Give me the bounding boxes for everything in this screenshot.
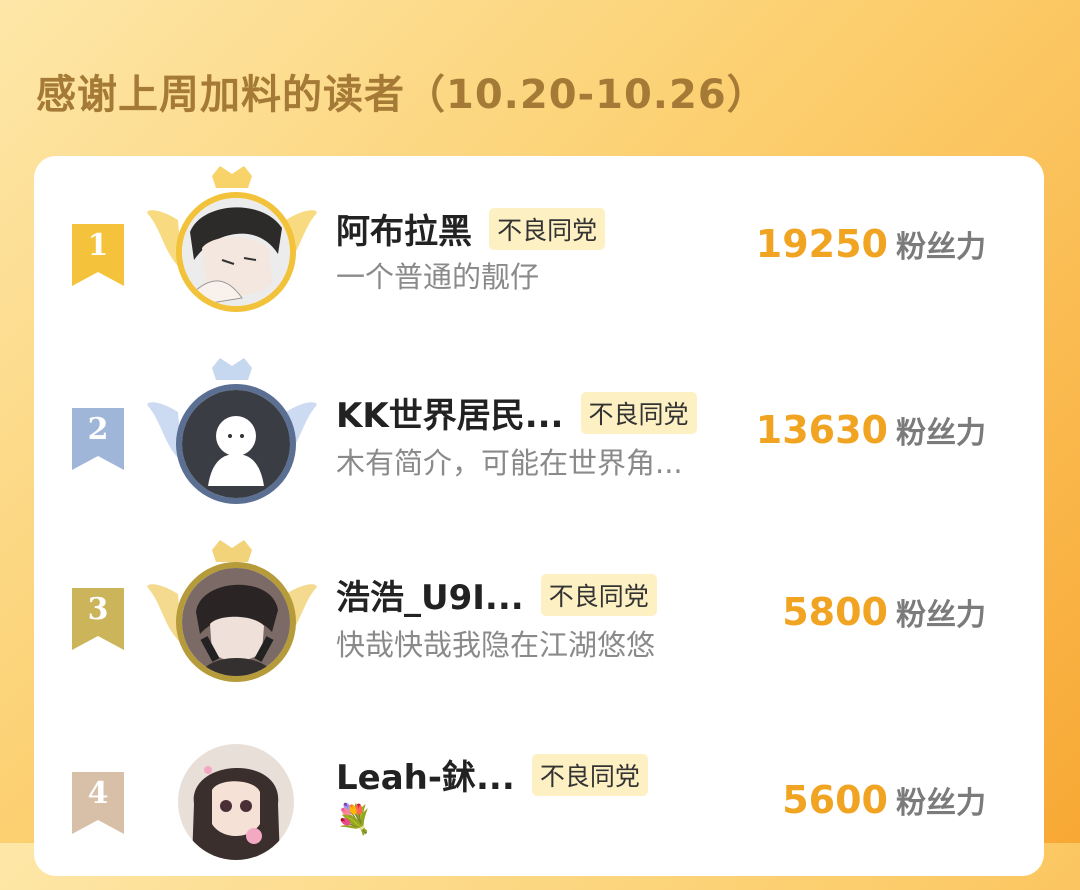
avatar[interactable] [176,384,296,504]
reader-name[interactable]: KK世界居民... [336,388,563,437]
reader-bio: 快哉快哉我隐在江湖悠悠 [336,628,656,662]
reader-name[interactable]: Leah-鉥... [336,750,515,799]
reader-name[interactable]: 阿布拉黑 [336,204,472,253]
avatar-frame [142,720,322,890]
rank-badge: 4 [72,772,124,836]
list-item[interactable]: 1 阿布拉黑 不良同党 一个普通的靓仔 19250 粉丝力 [34,156,1044,326]
avatar-frame [142,350,322,520]
reader-bio: 一个普通的靓仔 [336,260,540,294]
rank-badge: 2 [72,408,124,472]
fan-power-value: 19250 [755,222,888,266]
fan-power-unit: 粉丝力 [896,416,986,451]
list-item[interactable]: 3 浩浩_U9I... 不良同党 快哉快哉我隐在江湖悠悠 5800 粉丝力 [34,532,1044,702]
avatar-frame [142,532,322,702]
fan-power: 5800 粉丝力 [782,590,986,634]
avatar[interactable] [176,742,296,862]
fan-power-unit: 粉丝力 [896,230,986,265]
fan-power-unit: 粉丝力 [896,786,986,821]
reader-bio: 木有简介，可能在世界角... [336,446,683,480]
rank-number: 4 [87,776,109,811]
group-badge: 不良同党 [540,573,657,616]
avatar-frame [142,158,322,328]
avatar[interactable] [176,192,296,312]
fan-power: 19250 粉丝力 [756,222,986,266]
rank-badge: 3 [72,588,124,652]
rank-number: 2 [87,412,109,447]
fan-power-value: 5600 [782,778,888,822]
fan-power-unit: 粉丝力 [896,598,986,633]
avatar[interactable] [176,562,296,682]
group-badge: 不良同党 [580,391,697,434]
group-badge: 不良同党 [531,753,648,796]
rank-number: 1 [87,228,109,263]
leaderboard-card: 1 阿布拉黑 不良同党 一个普通的靓仔 19250 粉丝力 2 KK世界居民..… [34,156,1044,876]
rank-badge: 1 [72,224,124,288]
page-title: 感谢上周加料的读者（10.20-10.26） [36,72,768,118]
list-item[interactable]: 2 KK世界居民... 不良同党 木有简介，可能在世界角... 13630 粉丝… [34,344,1044,514]
list-item[interactable]: 4 Leah-鉥... 不良同党 💐 5600 粉丝力 [34,720,1044,890]
fan-power-value: 13630 [755,408,888,452]
fan-power: 13630 粉丝力 [756,408,986,452]
rank-number: 3 [87,592,109,627]
reader-name[interactable]: 浩浩_U9I... [336,570,524,619]
reader-bio: 💐 [336,802,373,836]
fan-power-value: 5800 [782,590,888,634]
fan-power: 5600 粉丝力 [782,778,986,822]
group-badge: 不良同党 [489,207,606,250]
